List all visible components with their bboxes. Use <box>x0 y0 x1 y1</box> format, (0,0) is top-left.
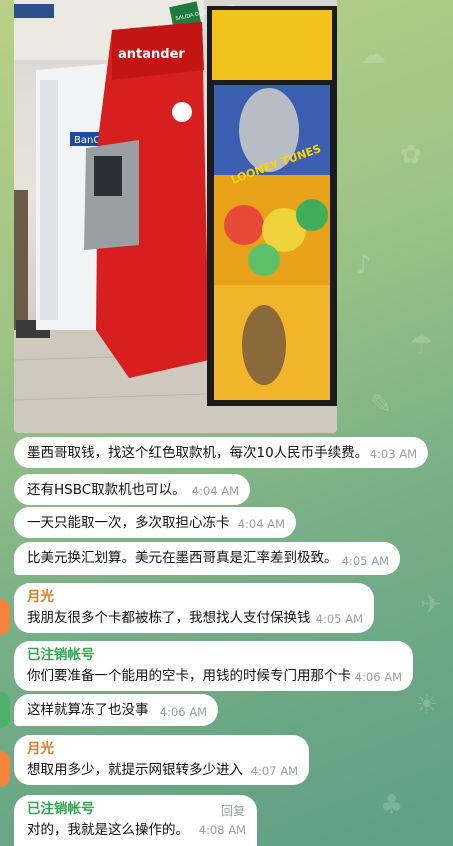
sender-name[interactable]: 已注销帐号 <box>27 800 245 819</box>
message-bubble[interactable]: 月光 想取用多少，就提示网银转多少进入 4:07 AM <box>0 735 309 787</box>
background-doodle-icon: ✿ <box>400 140 422 170</box>
sender-name[interactable]: 月光 <box>27 740 297 759</box>
avatar[interactable] <box>0 692 10 728</box>
reply-label[interactable]: 回复 <box>221 802 245 821</box>
background-doodle-icon: ♪ <box>355 250 372 280</box>
message-text: 你们要准备一个能用的空卡，用钱的时候专门用那个卡 <box>27 668 351 684</box>
message-bubble[interactable]: 已注销帐号 你们要准备一个能用的空卡，用钱的时候专门用那个卡 4:06 AM <box>14 641 413 691</box>
background-doodle-icon: ☂ <box>410 330 434 360</box>
message-text: 我朋友很多个卡都被栋了，我想找人支付保换钱 <box>27 610 311 626</box>
message-text: 一天只能取一次，多次取担心冻卡 <box>27 515 230 531</box>
background-doodle-icon: ✎ <box>370 390 392 420</box>
message-time: 4:04 AM <box>237 517 285 531</box>
message-text: 想取用多少，就提示网银转多少进入 <box>27 762 243 778</box>
message-text: 还有HSBC取款机也可以。 <box>27 482 186 498</box>
message-time: 4:04 AM <box>191 484 239 498</box>
message-bubble[interactable]: 已注销帐号 回复 对的，我就是这么操作的。 4:08 AM <box>14 795 257 846</box>
message-text: 比美元换汇划算。美元在墨西哥真是汇率差到极致。 <box>27 550 338 566</box>
background-doodle-icon: ☁ <box>360 40 386 70</box>
message-bubble[interactable]: 这样就算冻了也没事 4:06 AM <box>0 692 218 728</box>
message-time: 4:06 AM <box>159 705 207 719</box>
avatar[interactable] <box>0 599 10 635</box>
message-text: 对的，我就是这么操作的。 <box>27 822 189 838</box>
background-doodle-icon: ☀ <box>415 690 439 720</box>
atm-photo: SALIDA DE EVACUACION BanCo antander LOON… <box>14 0 337 433</box>
sender-name[interactable]: 月光 <box>27 588 362 607</box>
message-bubble[interactable]: 一天只能取一次，多次取担心冻卡 4:04 AM <box>14 507 296 538</box>
message-bubble[interactable]: 墨西哥取钱，找这个红色取款机，每次10人民币手续费。 4:03 AM <box>14 437 428 468</box>
santander-logo-text: antander <box>118 47 185 62</box>
message-time: 4:05 AM <box>341 554 389 568</box>
message-time: 4:06 AM <box>354 670 402 684</box>
message-time: 4:05 AM <box>315 612 363 626</box>
photo-message[interactable]: SALIDA DE EVACUACION BanCo antander LOON… <box>14 0 337 433</box>
message-bubble[interactable]: 月光 我朋友很多个卡都被栋了，我想找人支付保换钱 4:05 AM <box>0 583 374 635</box>
message-time: 4:08 AM <box>198 823 246 837</box>
message-bubble[interactable]: 比美元换汇划算。美元在墨西哥真是汇率差到极致。 4:05 AM <box>14 542 400 575</box>
sender-name[interactable]: 已注销帐号 <box>27 646 401 665</box>
message-bubble[interactable]: 还有HSBC取款机也可以。 4:04 AM <box>14 474 250 505</box>
message-time: 4:07 AM <box>250 764 298 778</box>
background-doodle-icon: ♣ <box>380 790 404 820</box>
message-text: 墨西哥取钱，找这个红色取款机，每次10人民币手续费。 <box>27 445 369 461</box>
background-doodle-icon: ✈ <box>420 590 442 620</box>
message-time: 4:03 AM <box>369 447 417 461</box>
message-text: 这样就算冻了也没事 <box>27 702 149 718</box>
avatar[interactable] <box>0 751 10 787</box>
